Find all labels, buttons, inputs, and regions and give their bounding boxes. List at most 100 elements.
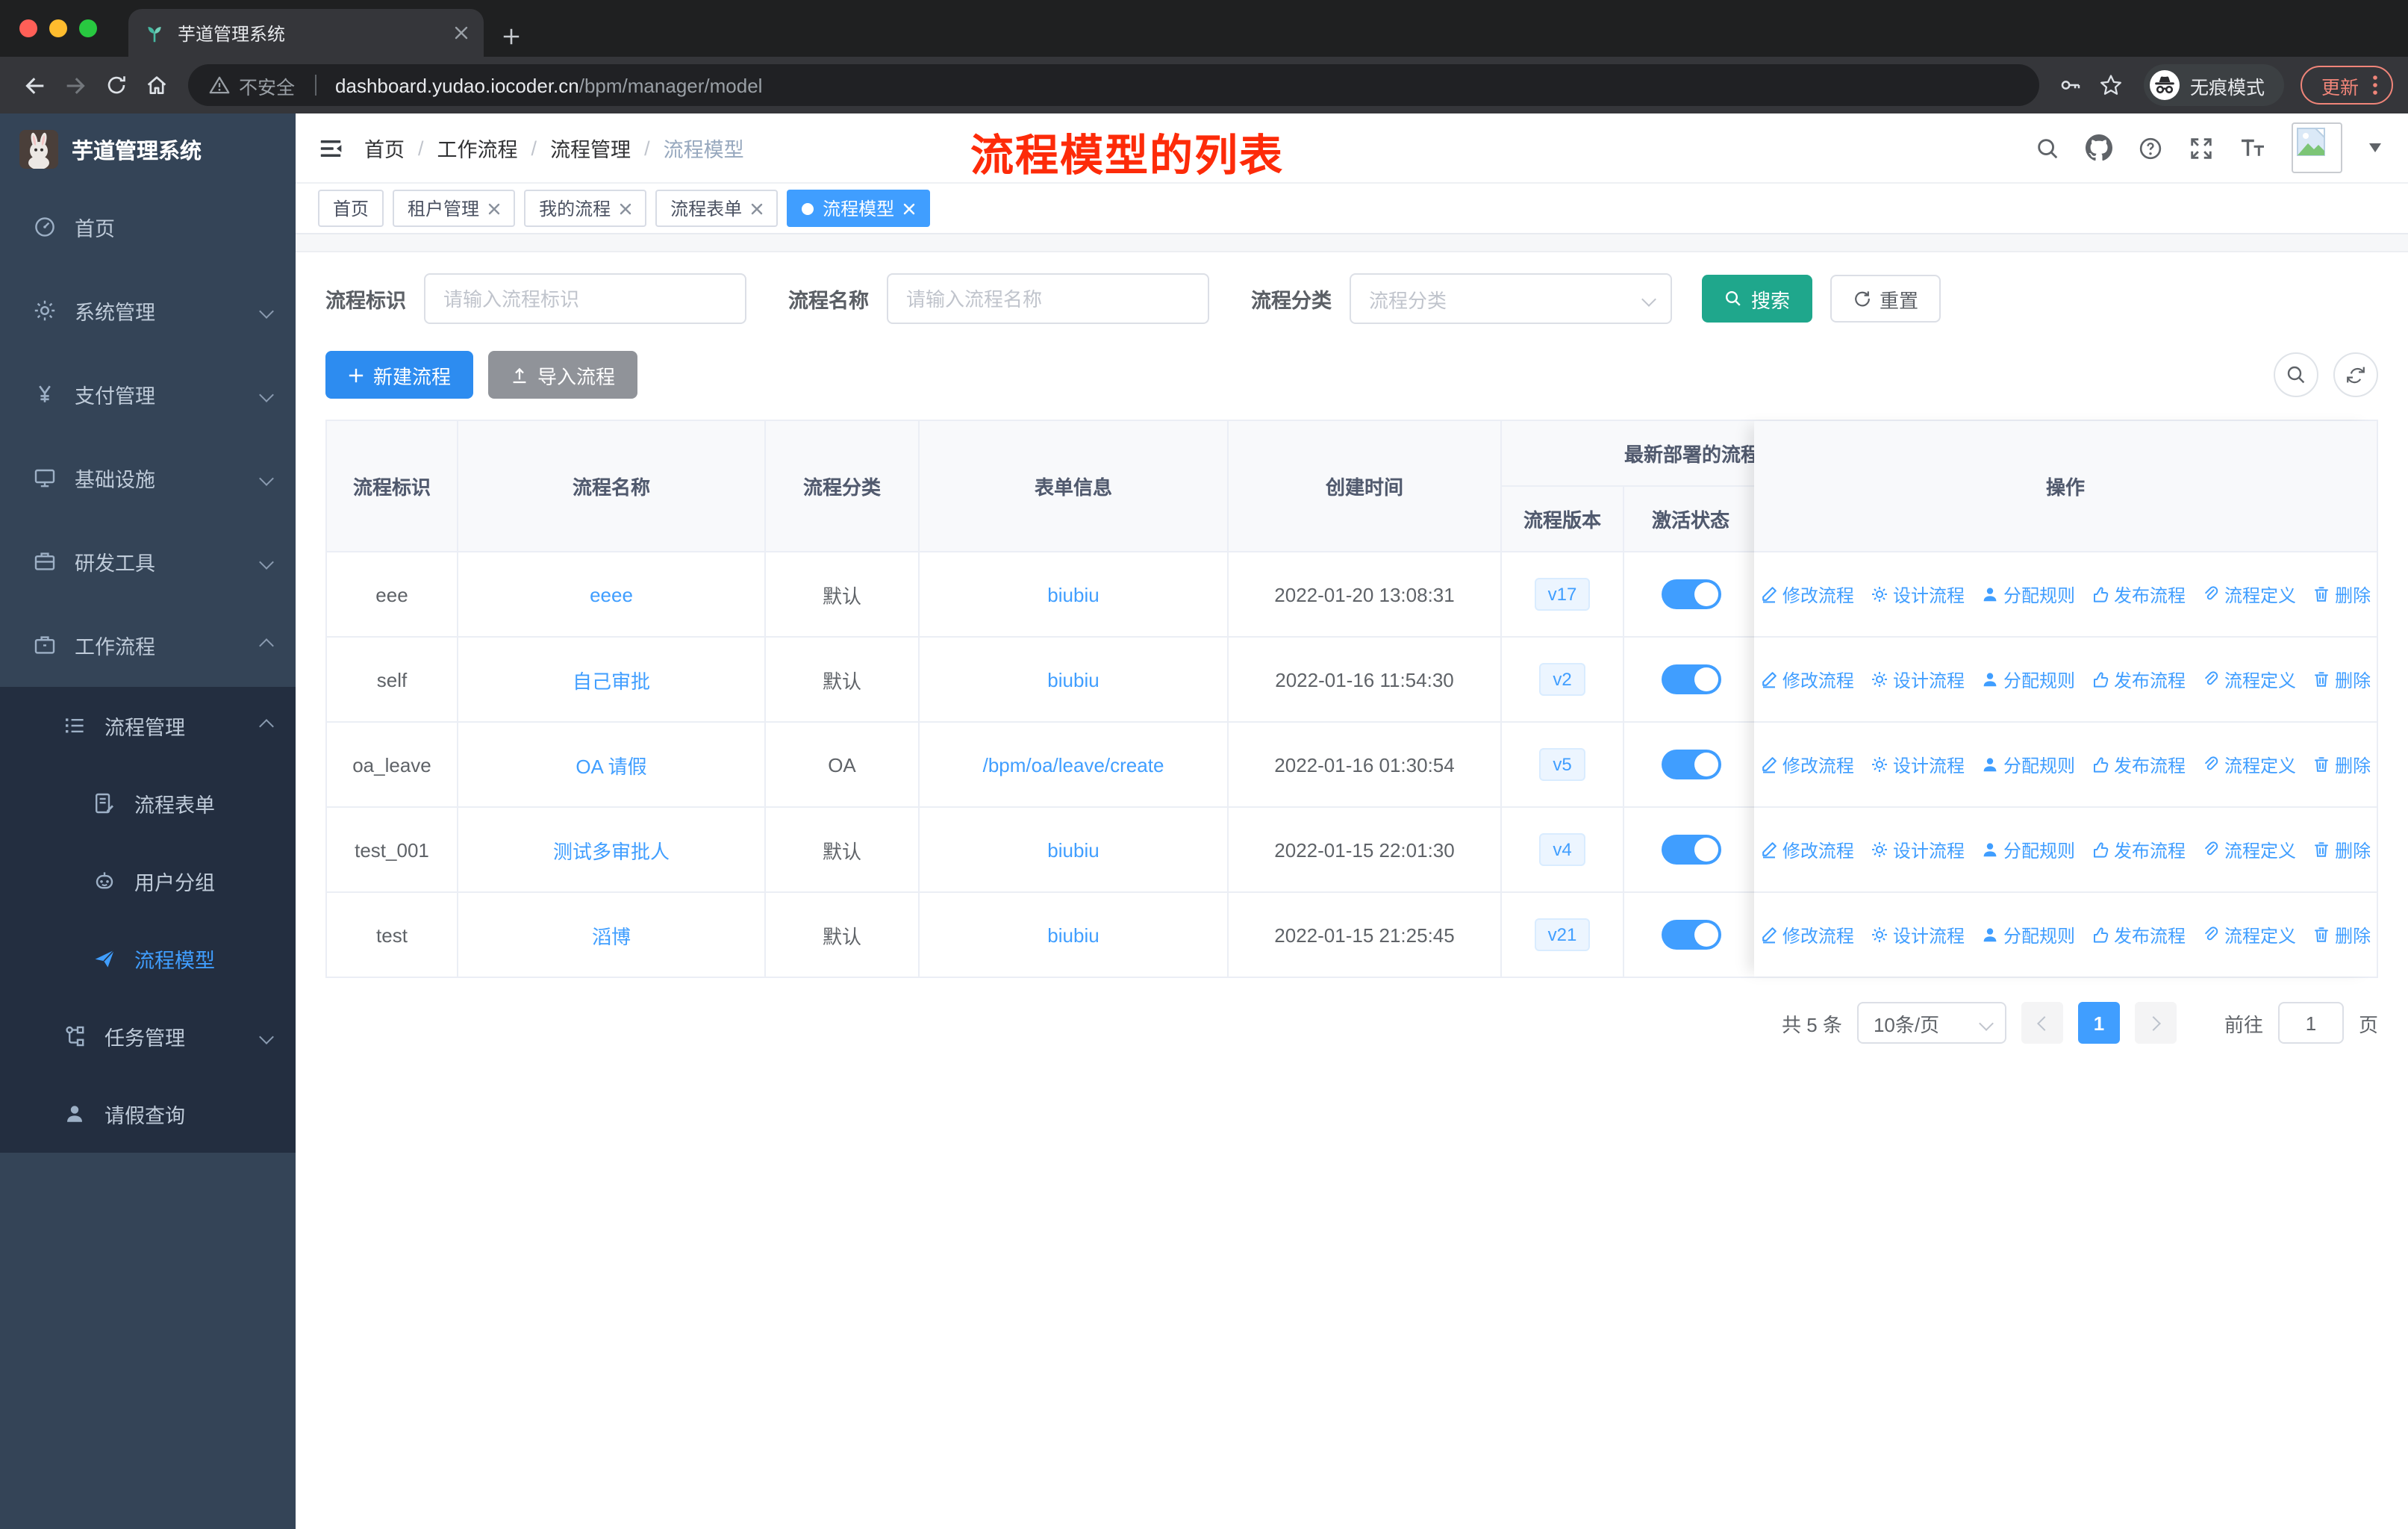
action-assign-link[interactable]: 分配规则 — [1981, 667, 2075, 692]
close-tab-icon[interactable] — [454, 25, 469, 40]
form-info-link[interactable]: biubiu — [1047, 924, 1099, 946]
password-key-icon[interactable] — [2051, 65, 2092, 105]
address-bar[interactable]: 不安全 dashboard.yudao.iocoder.cn/bpm/manag… — [188, 64, 2039, 106]
sidebar-item-process-mgmt[interactable]: 流程管理 — [0, 687, 296, 764]
sidebar-item-home[interactable]: 首页 — [0, 185, 296, 269]
import-process-button[interactable]: 导入流程 — [488, 351, 638, 399]
action-modify-link[interactable]: 修改流程 — [1760, 837, 1854, 862]
action-delete-link[interactable]: 删除 — [2312, 752, 2371, 777]
form-info-link[interactable]: /bpm/oa/leave/create — [983, 753, 1164, 776]
sidebar-item-task-mgmt[interactable]: 任务管理 — [0, 997, 296, 1075]
action-delete-link[interactable]: 删除 — [2312, 922, 2371, 947]
prev-page-button[interactable] — [2021, 1002, 2063, 1044]
process-name-link[interactable]: OA 请假 — [576, 755, 646, 777]
process-category-select[interactable]: 流程分类 — [1350, 273, 1672, 324]
form-info-link[interactable]: biubiu — [1047, 583, 1099, 605]
search-button[interactable]: 搜索 — [1702, 275, 1813, 323]
action-modify-link[interactable]: 修改流程 — [1760, 582, 1854, 607]
action-publish-link[interactable]: 发布流程 — [2092, 922, 2186, 947]
forward-button[interactable] — [55, 65, 96, 105]
active-toggle[interactable] — [1661, 664, 1721, 694]
goto-page-input[interactable] — [2277, 1002, 2344, 1044]
action-design-link[interactable]: 设计流程 — [1871, 837, 1965, 862]
breadcrumb-home[interactable]: 首页 — [364, 133, 405, 163]
menu-dots-icon[interactable] — [2372, 75, 2378, 96]
sidebar-item-process-form[interactable]: 流程表单 — [0, 764, 296, 842]
breadcrumb-process-mgmt[interactable]: 流程管理 — [550, 133, 631, 163]
action-design-link[interactable]: 设计流程 — [1871, 582, 1965, 607]
fullscreen-icon[interactable] — [2189, 135, 2214, 161]
security-label[interactable]: 不安全 — [239, 71, 295, 99]
font-size-icon[interactable] — [2239, 134, 2266, 161]
action-assign-link[interactable]: 分配规则 — [1981, 837, 2075, 862]
next-page-button[interactable] — [2134, 1002, 2177, 1044]
new-tab-button[interactable] — [502, 27, 521, 46]
sidebar-item-infra[interactable]: 基础设施 — [0, 436, 296, 520]
tag-process-form[interactable]: 流程表单 — [655, 190, 779, 227]
browser-update-button[interactable]: 更新 — [2300, 66, 2393, 105]
action-assign-link[interactable]: 分配规则 — [1981, 582, 2075, 607]
process-name-link[interactable]: 滔博 — [592, 925, 631, 947]
bookmark-star-icon[interactable] — [2092, 65, 2132, 105]
process-name-link[interactable]: 测试多审批人 — [553, 840, 670, 862]
action-definition-link[interactable]: 流程定义 — [2202, 752, 2296, 777]
github-icon[interactable] — [2086, 134, 2112, 161]
process-name-link[interactable]: 自己审批 — [573, 670, 650, 692]
reset-button[interactable]: 重置 — [1830, 275, 1941, 323]
reload-button[interactable] — [96, 65, 136, 105]
breadcrumb-workflow[interactable]: 工作流程 — [437, 133, 518, 163]
action-design-link[interactable]: 设计流程 — [1871, 752, 1965, 777]
tag-close-icon[interactable] — [620, 202, 631, 214]
action-definition-link[interactable]: 流程定义 — [2202, 667, 2296, 692]
action-definition-link[interactable]: 流程定义 — [2202, 922, 2296, 947]
tag-process-model[interactable]: 流程模型 — [787, 190, 931, 227]
page-size-select[interactable]: 10条/页 — [1856, 1002, 2006, 1044]
sidebar-item-dev[interactable]: 研发工具 — [0, 520, 296, 603]
action-design-link[interactable]: 设计流程 — [1871, 922, 1965, 947]
refresh-table-button[interactable] — [2333, 352, 2378, 397]
active-toggle[interactable] — [1661, 579, 1721, 609]
toggle-search-button[interactable] — [2274, 352, 2318, 397]
hamburger-icon[interactable] — [318, 135, 343, 161]
caret-down-icon[interactable] — [2369, 143, 2381, 152]
sidebar-item-system[interactable]: 系统管理 — [0, 269, 296, 352]
tag-home[interactable]: 首页 — [318, 190, 384, 227]
action-design-link[interactable]: 设计流程 — [1871, 667, 1965, 692]
tag-close-icon[interactable] — [751, 202, 763, 214]
home-button[interactable] — [136, 65, 176, 105]
create-process-button[interactable]: 新建流程 — [325, 351, 474, 399]
action-publish-link[interactable]: 发布流程 — [2092, 582, 2186, 607]
back-button[interactable] — [15, 65, 55, 105]
active-toggle[interactable] — [1661, 920, 1721, 950]
search-icon[interactable] — [2035, 135, 2060, 161]
action-definition-link[interactable]: 流程定义 — [2202, 582, 2296, 607]
action-delete-link[interactable]: 删除 — [2312, 667, 2371, 692]
page-number-1[interactable]: 1 — [2077, 1002, 2120, 1044]
process-id-input[interactable] — [443, 287, 727, 310]
active-toggle[interactable] — [1661, 835, 1721, 865]
window-close-button[interactable] — [19, 19, 37, 37]
tag-tenant-mgmt[interactable]: 租户管理 — [393, 190, 516, 227]
tag-close-icon[interactable] — [903, 202, 915, 214]
process-name-input[interactable] — [906, 287, 1190, 310]
tag-close-icon[interactable] — [488, 202, 500, 214]
form-info-link[interactable]: biubiu — [1047, 668, 1099, 691]
avatar[interactable] — [2292, 122, 2342, 173]
active-toggle[interactable] — [1661, 750, 1721, 779]
action-delete-link[interactable]: 删除 — [2312, 582, 2371, 607]
sidebar-item-pay[interactable]: 支付管理 — [0, 352, 296, 436]
action-publish-link[interactable]: 发布流程 — [2092, 667, 2186, 692]
action-assign-link[interactable]: 分配规则 — [1981, 752, 2075, 777]
form-info-link[interactable]: biubiu — [1047, 838, 1099, 861]
process-name-link[interactable]: eeee — [590, 583, 633, 605]
action-publish-link[interactable]: 发布流程 — [2092, 837, 2186, 862]
sidebar-item-leave-query[interactable]: 请假查询 — [0, 1075, 296, 1153]
action-definition-link[interactable]: 流程定义 — [2202, 837, 2296, 862]
help-icon[interactable] — [2138, 135, 2163, 161]
action-assign-link[interactable]: 分配规则 — [1981, 922, 2075, 947]
action-modify-link[interactable]: 修改流程 — [1760, 667, 1854, 692]
action-delete-link[interactable]: 删除 — [2312, 837, 2371, 862]
browser-tab[interactable]: 芋道管理系统 — [128, 9, 484, 57]
action-publish-link[interactable]: 发布流程 — [2092, 752, 2186, 777]
sidebar-item-process-model[interactable]: 流程模型 — [0, 920, 296, 997]
